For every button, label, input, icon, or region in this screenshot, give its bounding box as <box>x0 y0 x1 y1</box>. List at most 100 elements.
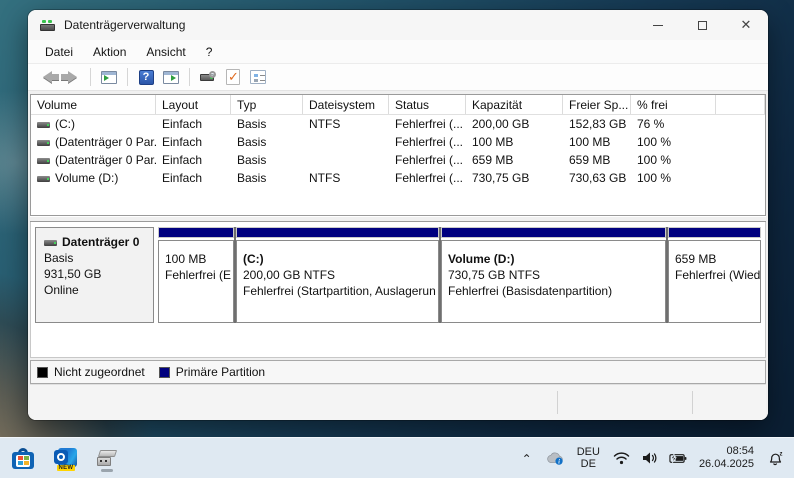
outlook-new-badge: NEW <box>56 465 76 471</box>
disk-management-window: Datenträgerverwaltung ✕ Datei Aktion Ans… <box>28 10 768 420</box>
disk-management-taskbar-button[interactable] <box>94 443 120 473</box>
drive-icon <box>37 157 50 164</box>
column-header-kapazitaet[interactable]: Kapazität <box>466 95 563 114</box>
volume-list-pane: Volume Layout Typ Dateisystem Status Kap… <box>30 94 766 216</box>
microsoft-store-icon <box>12 447 34 469</box>
outlook-button[interactable]: NEW <box>52 443 78 473</box>
show-console-tree-button[interactable] <box>98 66 120 88</box>
volume-icon[interactable] <box>641 449 659 467</box>
volume-table-header: Volume Layout Typ Dateisystem Status Kap… <box>31 95 765 115</box>
help-button[interactable]: ? <box>135 66 157 88</box>
partition-type-band <box>158 227 234 238</box>
maximize-icon <box>697 20 707 30</box>
column-header-status[interactable]: Status <box>389 95 466 114</box>
check-button[interactable] <box>222 66 244 88</box>
column-header-dateisystem[interactable]: Dateisystem <box>303 95 389 114</box>
disk-size: 931,50 GB <box>44 267 102 281</box>
notification-bell-dnd-icon[interactable]: z <box>766 449 784 467</box>
properties-icon <box>250 70 266 84</box>
menu-hilfe[interactable]: ? <box>197 42 222 62</box>
legend-primary-partition: Primäre Partition <box>158 365 265 379</box>
toolbar-separator <box>90 68 91 86</box>
outlook-icon: NEW <box>53 447 77 471</box>
tray-date: 26.04.2025 <box>698 458 754 470</box>
microsoft-store-button[interactable] <box>10 443 36 473</box>
graphical-view-pane: Datenträger 0 Basis 931,50 GB Online 100… <box>30 222 766 358</box>
back-button[interactable] <box>36 66 59 88</box>
close-button[interactable]: ✕ <box>724 10 768 40</box>
legend-unallocated: Nicht zugeordnet <box>37 365 145 379</box>
properties-button[interactable] <box>247 66 269 88</box>
partition-d[interactable]: Volume (D:) 730,75 GB NTFS Fehlerfrei (B… <box>441 227 666 323</box>
column-header-freier-sp[interactable]: Freier Sp... <box>563 95 631 114</box>
toolbar-separator <box>127 68 128 86</box>
column-header-filler <box>716 95 765 114</box>
partition-type-band <box>668 227 761 238</box>
hidden-icons-chevron-icon[interactable]: ⌃ <box>518 450 536 468</box>
column-header-frei[interactable]: % frei <box>631 95 716 114</box>
disk-management-icon <box>96 449 118 467</box>
rescan-disks-button[interactable] <box>197 66 219 88</box>
disk-typ: Basis <box>44 251 74 265</box>
menu-datei[interactable]: Datei <box>36 42 82 62</box>
primary-partition-swatch <box>158 366 170 378</box>
disk-0-row: Datenträger 0 Basis 931,50 GB Online 100… <box>35 227 761 323</box>
battery-charging-icon[interactable] <box>669 449 687 467</box>
unallocated-swatch <box>37 366 48 378</box>
check-icon <box>226 69 240 85</box>
partition-c[interactable]: (C:) 200,00 GB NTFS Fehlerfrei (Startpar… <box>236 227 439 323</box>
wifi-icon[interactable] <box>613 449 631 467</box>
minimize-icon <box>653 24 663 26</box>
console-tree-icon <box>101 70 117 84</box>
column-header-volume[interactable]: Volume <box>31 95 156 114</box>
statusbar-divider <box>557 391 558 414</box>
minimize-button[interactable] <box>636 10 680 40</box>
toolbar-separator <box>189 68 190 86</box>
window-title: Datenträgerverwaltung <box>64 18 186 32</box>
legend-bar: Nicht zugeordnet Primäre Partition <box>30 360 766 384</box>
disk-0-label[interactable]: Datenträger 0 Basis 931,50 GB Online <box>35 227 154 323</box>
statusbar <box>30 384 766 420</box>
taskbar-clock[interactable]: 08:54 26.04.2025 <box>697 445 756 471</box>
language-indicator[interactable]: DEU DE <box>574 446 603 470</box>
disk-status: Online <box>44 283 79 297</box>
drive-icon <box>37 139 50 146</box>
client-area: Volume Layout Typ Dateisystem Status Kap… <box>28 91 768 420</box>
menu-ansicht[interactable]: Ansicht <box>137 42 194 62</box>
onedrive-cloud-icon[interactable]: i <box>546 449 564 467</box>
partition-efi[interactable]: 100 MB Fehlerfrei (E <box>158 227 234 323</box>
statusbar-divider <box>692 391 693 414</box>
column-header-layout[interactable]: Layout <box>156 95 231 114</box>
drive-icon <box>37 175 50 182</box>
close-icon: ✕ <box>740 17 752 32</box>
maximize-button[interactable] <box>680 10 724 40</box>
partition-recovery[interactable]: 659 MB Fehlerfrei (Wiederh <box>668 227 761 323</box>
table-row[interactable]: (C:) Einfach Basis NTFS Fehlerfrei (... … <box>31 115 765 133</box>
table-row[interactable]: (Datenträger 0 Par... Einfach Basis Fehl… <box>31 151 765 169</box>
forward-icon <box>60 71 77 83</box>
forward-button[interactable] <box>60 66 83 88</box>
rescan-disks-icon <box>200 71 216 83</box>
table-row[interactable]: (Datenträger 0 Par... Einfach Basis Fehl… <box>31 133 765 151</box>
partition-type-band <box>236 227 439 238</box>
taskbar: NEW ⌃ i DEU DE 08:54 26.04.2025 z <box>0 437 794 478</box>
toolbar: ? <box>28 64 768 91</box>
back-icon <box>42 71 59 83</box>
system-tray: ⌃ i DEU DE 08:54 26.04.2025 z <box>518 445 794 471</box>
tray-time: 08:54 <box>726 445 754 457</box>
menu-aktion[interactable]: Aktion <box>84 42 135 62</box>
desktop: Datenträgerverwaltung ✕ Datei Aktion Ans… <box>0 0 794 478</box>
disk-management-app-icon <box>40 18 56 32</box>
partition-type-band <box>441 227 666 238</box>
action-pane-icon <box>163 70 179 84</box>
show-action-pane-button[interactable] <box>160 66 182 88</box>
drive-icon <box>37 121 50 128</box>
help-icon: ? <box>138 69 154 85</box>
menubar: Datei Aktion Ansicht ? <box>28 40 768 64</box>
partition-strip: 100 MB Fehlerfrei (E (C:) 200,00 GB NTFS… <box>158 227 761 323</box>
titlebar[interactable]: Datenträgerverwaltung ✕ <box>28 10 768 40</box>
disk-icon <box>44 239 57 246</box>
column-header-typ[interactable]: Typ <box>231 95 303 114</box>
table-row[interactable]: Volume (D:) Einfach Basis NTFS Fehlerfre… <box>31 169 765 187</box>
svg-text:z: z <box>780 452 783 458</box>
